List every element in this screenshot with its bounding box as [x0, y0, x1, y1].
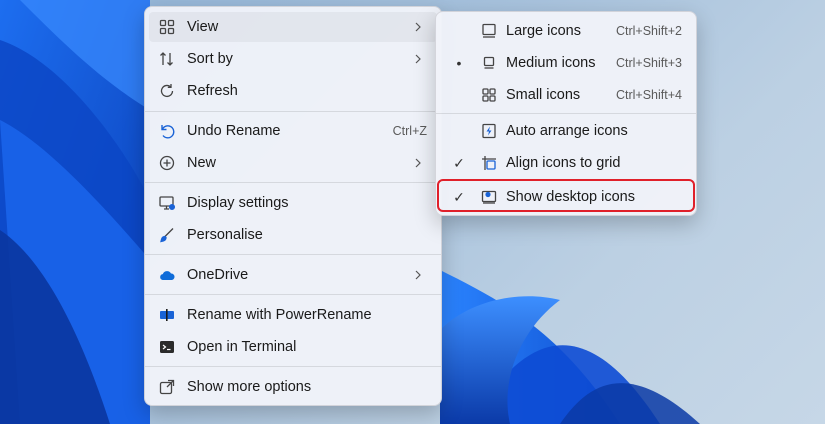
submenu-item-medium-icons[interactable]: • Medium icons Ctrl+Shift+3	[440, 48, 692, 78]
small-icons-icon	[480, 86, 498, 104]
grid-icon	[158, 18, 176, 36]
submenu-item-label: Medium icons	[506, 55, 596, 71]
menu-item-sort-by[interactable]: Sort by	[149, 44, 437, 74]
plus-circle-icon	[158, 154, 176, 172]
chevron-right-icon	[415, 158, 421, 168]
auto-arrange-icon	[480, 122, 498, 140]
menu-separator	[145, 294, 441, 295]
menu-item-label: Refresh	[187, 83, 238, 99]
submenu-item-label: Large icons	[506, 23, 581, 39]
menu-item-undo-rename[interactable]: Undo Rename Ctrl+Z	[149, 116, 437, 146]
submenu-item-label: Auto arrange icons	[506, 123, 628, 139]
menu-item-label: Undo Rename	[187, 123, 281, 139]
menu-item-show-more-options[interactable]: Show more options	[149, 372, 437, 402]
submenu-item-auto-arrange[interactable]: Auto arrange icons	[440, 116, 692, 146]
submenu-item-small-icons[interactable]: Small icons Ctrl+Shift+4	[440, 80, 692, 110]
menu-item-label: Sort by	[187, 51, 233, 67]
menu-separator	[145, 254, 441, 255]
menu-item-personalise[interactable]: Personalise	[149, 220, 437, 250]
shortcut-label: Ctrl+Shift+4	[615, 88, 682, 102]
menu-item-open-in-terminal[interactable]: Open in Terminal	[149, 332, 437, 362]
menu-separator	[145, 366, 441, 367]
large-icons-icon	[480, 22, 498, 40]
selection-mark	[452, 87, 466, 103]
menu-separator	[436, 113, 696, 114]
sort-icon	[158, 50, 176, 68]
submenu-item-large-icons[interactable]: Large icons Ctrl+Shift+2	[440, 16, 692, 46]
menu-separator	[145, 182, 441, 183]
submenu-item-align-to-grid[interactable]: ✓ Align icons to grid	[440, 148, 692, 178]
menu-item-label: New	[187, 155, 217, 171]
desktop-context-menu: View Sort by Refresh Undo Rename Ctrl+Z	[144, 6, 442, 406]
menu-item-view[interactable]: View	[149, 12, 437, 42]
menu-item-refresh[interactable]: Refresh	[149, 76, 437, 106]
menu-item-label: Personalise	[187, 227, 263, 243]
selection-mark	[452, 23, 466, 39]
onedrive-cloud-icon	[158, 266, 176, 284]
shortcut-label: Ctrl+Z	[392, 124, 427, 138]
chevron-right-icon	[415, 54, 421, 64]
checkmark-icon: ✓	[453, 155, 465, 171]
chevron-right-icon	[415, 270, 421, 280]
menu-item-label: Rename with PowerRename	[187, 307, 372, 323]
share-expand-icon	[158, 378, 176, 396]
submenu-item-label: Small icons	[506, 87, 581, 103]
medium-icons-icon	[480, 54, 498, 72]
menu-item-label: OneDrive	[187, 267, 249, 283]
shortcut-label: Ctrl+Shift+3	[615, 56, 682, 70]
chevron-right-icon	[415, 22, 421, 32]
menu-item-label: Display settings	[187, 195, 289, 211]
powerrename-icon	[158, 306, 176, 324]
undo-icon	[158, 122, 176, 140]
menu-item-display-settings[interactable]: Display settings	[149, 188, 437, 218]
menu-item-onedrive[interactable]: OneDrive	[149, 260, 437, 290]
menu-item-new[interactable]: New	[149, 148, 437, 178]
shortcut-label: Ctrl+Shift+2	[615, 24, 682, 38]
terminal-icon	[158, 338, 176, 356]
menu-item-label: Open in Terminal	[187, 339, 297, 355]
selected-bullet-mark: •	[456, 55, 462, 71]
display-settings-icon	[158, 194, 176, 212]
menu-item-label: Show more options	[187, 379, 312, 395]
selection-mark	[452, 123, 466, 139]
brush-icon	[158, 226, 176, 244]
menu-separator	[145, 111, 441, 112]
menu-item-powerrename[interactable]: Rename with PowerRename	[149, 300, 437, 330]
annotation-highlight-box	[437, 179, 695, 212]
refresh-icon	[158, 82, 176, 100]
submenu-item-label: Align icons to grid	[506, 155, 621, 171]
align-grid-icon	[480, 154, 498, 172]
menu-item-label: View	[187, 19, 219, 35]
